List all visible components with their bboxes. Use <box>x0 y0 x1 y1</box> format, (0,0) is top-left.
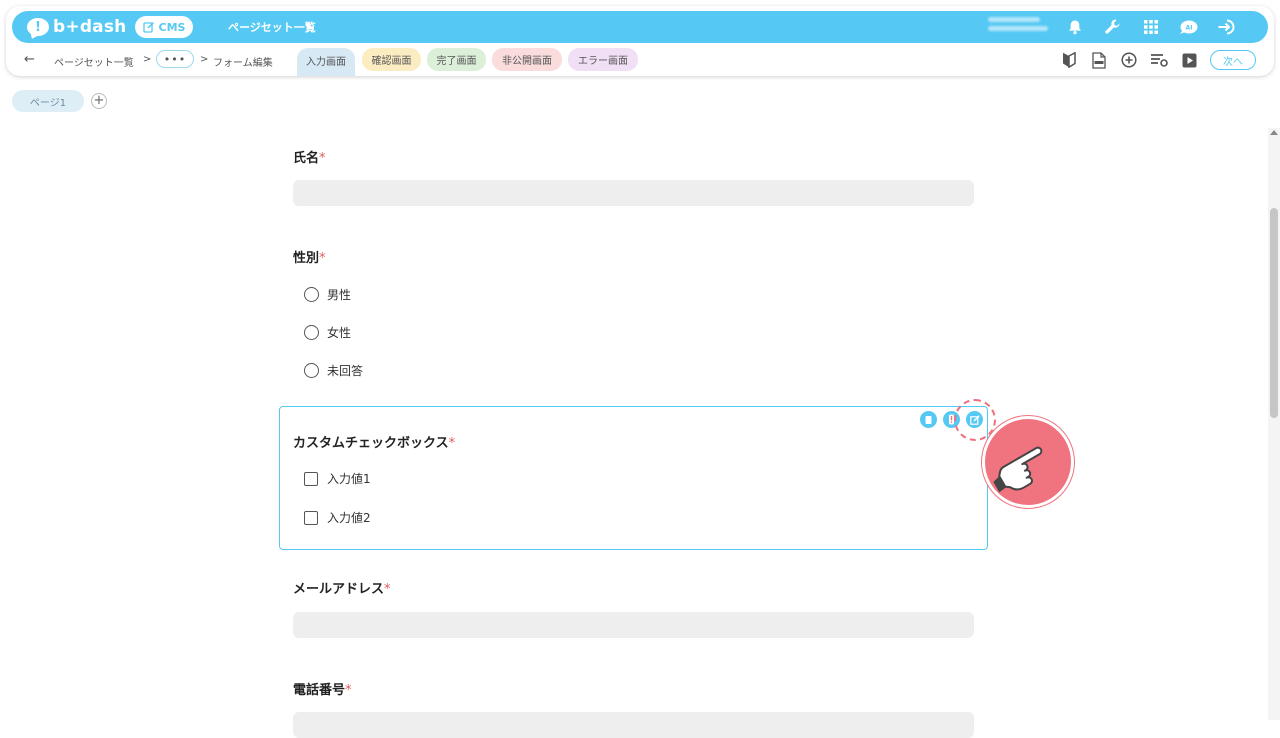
field-label-name: 氏名* <box>293 147 326 166</box>
phone-label: 電話番号 <box>293 683 346 698</box>
scroll-up-arrow-icon[interactable] <box>1270 130 1278 135</box>
wrench-icon[interactable] <box>1094 15 1132 39</box>
vertical-scrollbar[interactable] <box>1268 128 1280 720</box>
radio-button[interactable] <box>304 363 319 378</box>
checkbox-label: 入力値2 <box>327 511 371 525</box>
grid-icon[interactable] <box>1132 15 1170 39</box>
add-page-button[interactable]: + <box>91 93 107 109</box>
next-button[interactable]: 次へ <box>1210 50 1256 70</box>
radio-button[interactable] <box>304 287 319 302</box>
phone-input[interactable] <box>293 712 974 738</box>
field-label-custom-checkbox: カスタムチェックボックス* <box>293 432 455 451</box>
name-input[interactable] <box>293 180 974 206</box>
logout-icon[interactable] <box>1208 15 1246 39</box>
settings-list-icon[interactable] <box>1144 48 1174 72</box>
radio-option-no-answer[interactable]: 未回答 <box>304 362 363 379</box>
breadcrumb-form-edit[interactable]: フォーム編集 <box>213 54 273 69</box>
name-label: 氏名 <box>293 151 320 166</box>
cms-button[interactable]: CMS <box>135 16 193 38</box>
back-arrow-icon[interactable]: ← <box>24 52 35 67</box>
breadcrumb-more-button[interactable]: ••• <box>156 50 194 68</box>
radio-option-male[interactable]: 男性 <box>304 286 351 303</box>
field-label-phone: 電話番号* <box>293 679 352 698</box>
custom-checkbox-label: カスタムチェックボックス <box>293 436 449 451</box>
field-label-email: メールアドレス* <box>293 578 391 597</box>
action-icons: 次へ <box>1054 48 1256 72</box>
pointer-hand-icon <box>982 416 1074 508</box>
email-input[interactable] <box>293 612 974 638</box>
app-header: ! b+dash CMS ページセット一覧 AI ← ページセット一覧 > ••… <box>6 6 1274 76</box>
edit-icon <box>142 21 154 33</box>
top-icons: AI <box>1056 15 1246 39</box>
required-mark: * <box>319 151 326 166</box>
tab-input-screen[interactable]: 入力画面 <box>297 48 355 76</box>
tab-private-screen[interactable]: 非公開画面 <box>492 48 562 71</box>
required-mark: * <box>345 683 352 698</box>
tab-confirm-screen[interactable]: 確認画面 <box>362 48 421 71</box>
radio-label: 未回答 <box>327 364 364 378</box>
required-mark: * <box>384 582 391 597</box>
sub-toolbar: ← ページセット一覧 > ••• > フォーム編集 入力画面 確認画面 完了画面… <box>6 46 1274 76</box>
logo[interactable]: ! b+dash <box>27 17 126 37</box>
cms-label: CMS <box>158 20 186 34</box>
html-file-icon[interactable] <box>1084 48 1114 72</box>
header-title[interactable]: ページセット一覧 <box>228 19 316 35</box>
checkbox[interactable] <box>304 510 318 525</box>
svg-text:AI: AI <box>1186 25 1193 32</box>
copy-icon[interactable] <box>920 411 937 428</box>
email-label: メールアドレス <box>293 582 385 597</box>
page-tab-1[interactable]: ページ1 <box>12 90 84 112</box>
breadcrumb-separator: > <box>200 54 209 65</box>
checkbox[interactable] <box>304 471 318 486</box>
gender-label: 性別 <box>293 251 320 266</box>
ai-icon[interactable]: AI <box>1170 15 1208 39</box>
selected-field-block[interactable] <box>279 406 988 550</box>
top-bar: ! b+dash CMS ページセット一覧 AI <box>12 11 1268 43</box>
tab-complete-screen[interactable]: 完了画面 <box>427 48 486 71</box>
radio-button[interactable] <box>304 325 319 340</box>
field-label-gender: 性別* <box>293 247 326 266</box>
breadcrumb-separator: > <box>143 54 152 65</box>
bell-icon[interactable] <box>1056 15 1094 39</box>
required-mark: * <box>448 436 456 451</box>
logo-bubble-icon: ! <box>27 18 49 36</box>
tab-error-screen[interactable]: エラー画面 <box>568 48 638 71</box>
beginner-mark-icon[interactable] <box>1054 48 1084 72</box>
required-mark: * <box>319 251 326 266</box>
radio-label: 男性 <box>327 288 352 302</box>
checkbox-option-2[interactable]: 入力値2 <box>304 509 371 526</box>
checkbox-label: 入力値1 <box>327 472 371 486</box>
radio-label: 女性 <box>327 326 352 340</box>
checkbox-option-1[interactable]: 入力値1 <box>304 470 371 487</box>
scroll-thumb[interactable] <box>1270 208 1278 418</box>
add-circle-icon[interactable] <box>1114 48 1144 72</box>
user-info[interactable] <box>988 17 1048 39</box>
radio-option-female[interactable]: 女性 <box>304 324 351 341</box>
logo-text: b+dash <box>53 17 127 37</box>
breadcrumb-pageset-list[interactable]: ページセット一覧 <box>54 54 134 69</box>
play-icon[interactable] <box>1174 48 1204 72</box>
